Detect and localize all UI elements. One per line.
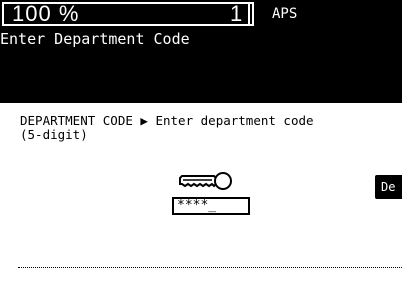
top-panel: 100 % 1 APS Enter Department Code <box>0 0 402 103</box>
side-button[interactable]: De <box>375 175 402 199</box>
breadcrumb: DEPARTMENT CODE ▶ Enter department code <box>20 114 314 127</box>
breadcrumb-instruction-detail: (5-digit) <box>20 127 88 142</box>
arrow-right-icon: ▶ <box>140 113 148 128</box>
department-code-field[interactable]: ****_ <box>172 197 250 215</box>
zoom-level: 100 % <box>12 1 80 26</box>
paper-size: APS <box>272 6 298 22</box>
status-bar: 100 % 1 <box>2 1 254 26</box>
breadcrumb-section: DEPARTMENT CODE <box>20 113 133 128</box>
breadcrumb-instruction: Enter department code <box>155 113 314 128</box>
copy-count: 1 <box>230 1 243 26</box>
key-icon <box>179 172 232 190</box>
page-title: Enter Department Code <box>0 30 190 48</box>
status-divider <box>248 4 250 24</box>
dotted-divider <box>18 267 402 268</box>
